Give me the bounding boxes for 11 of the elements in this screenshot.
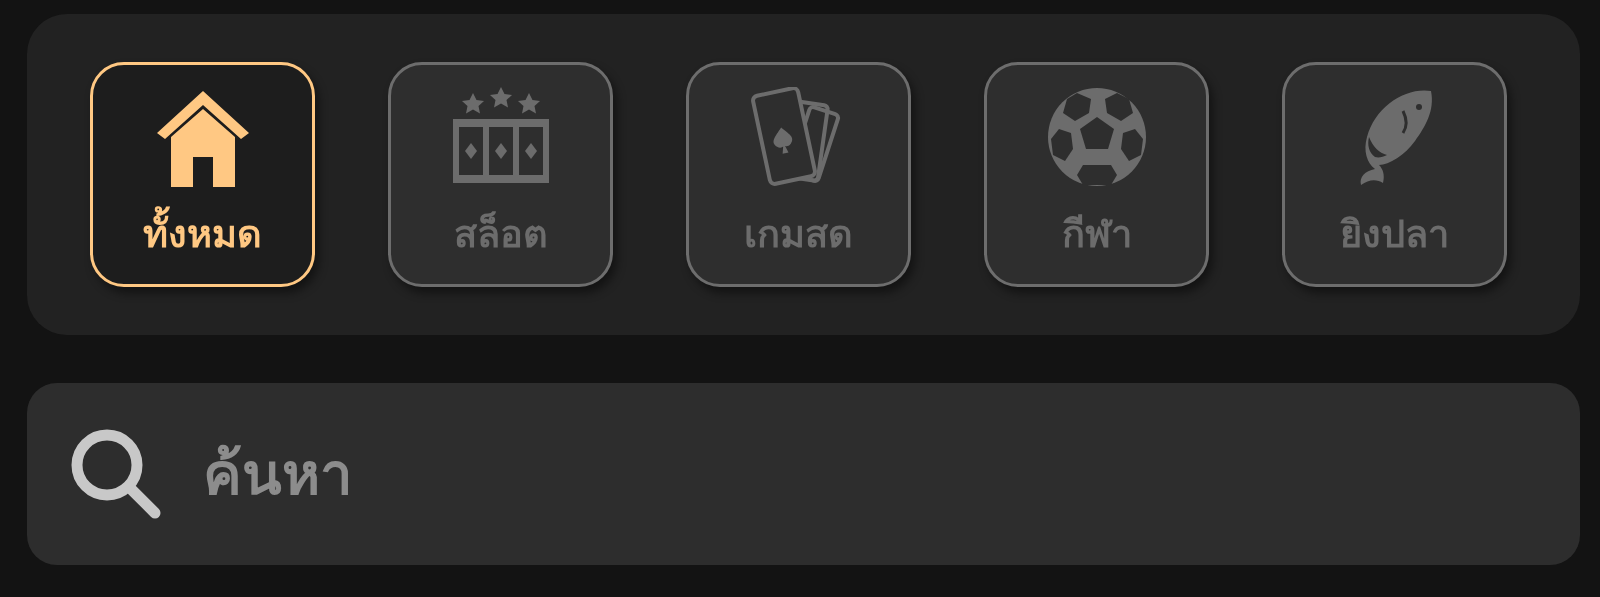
category-label: เกมสด xyxy=(744,211,853,258)
category-tab[interactable]: เกมสด xyxy=(686,62,911,287)
category-label: สล็อต xyxy=(453,210,548,258)
category-tab[interactable]: ทั้งหมด xyxy=(90,62,315,287)
category-tab[interactable]: ยิงปลา xyxy=(1282,62,1507,287)
category-tab[interactable]: กีฬา xyxy=(984,62,1209,287)
soccer-ball-icon xyxy=(1046,87,1147,187)
category-label: กีฬา xyxy=(1061,211,1132,258)
category-label: ยิงปลา xyxy=(1340,211,1449,258)
category-tab[interactable]: สล็อต xyxy=(388,62,613,287)
search-field[interactable]: ค้นหา xyxy=(27,383,1580,565)
